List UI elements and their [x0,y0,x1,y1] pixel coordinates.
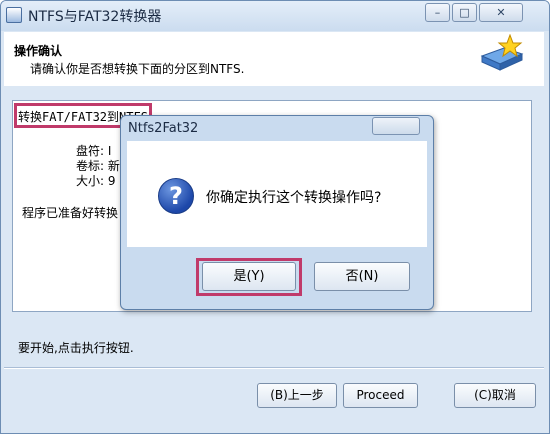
ready-status: 程序已准备好转换 [22,206,119,220]
header-panel [4,32,544,86]
window-title: NTFS与FAT32转换器 [28,9,162,25]
start-hint: 要开始,点击执行按钮. [18,341,134,355]
close-button[interactable]: ✕ [479,3,523,22]
footer-divider [4,367,544,369]
minimize-button[interactable]: – [425,3,450,22]
header-title: 操作确认 [14,44,63,58]
size-field: 大小: 9 [76,174,116,188]
header-subtitle: 请确认你是否想转换下面的分区到NTFS. [30,62,245,76]
proceed-button[interactable]: Proceed [343,383,418,408]
dialog-question: 你确定执行这个转换操作吗? [206,190,382,206]
dialog-title: Ntfs2Fat32 [128,121,199,136]
maximize-button[interactable]: □ [452,3,477,22]
cancel-button[interactable]: (C)取消 [454,383,536,408]
dialog-close-button[interactable] [372,117,420,135]
no-button[interactable]: 否(N) [314,262,410,291]
disk-star-icon [480,34,524,71]
back-button[interactable]: (B)上一步 [257,383,337,408]
yes-highlight [196,258,302,296]
question-icon: ? [158,178,194,214]
app-icon [6,7,22,23]
